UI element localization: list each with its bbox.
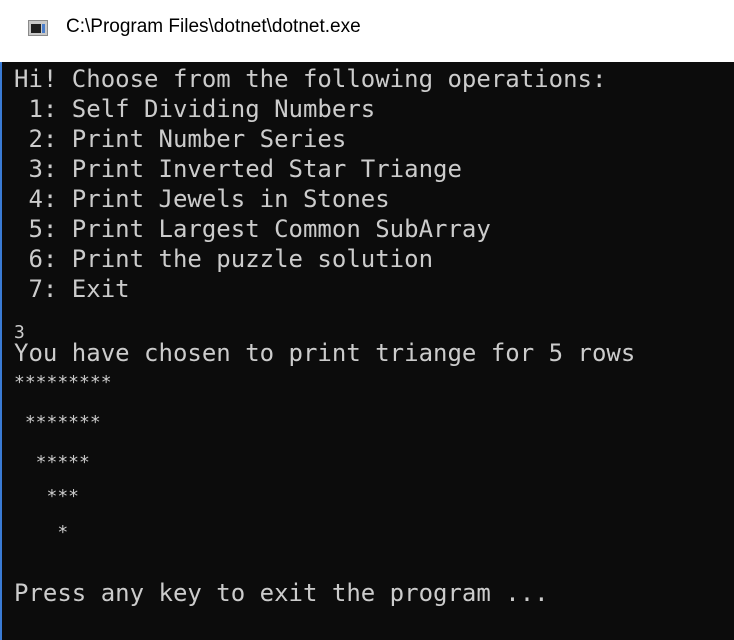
menu-option-7: 7: Exit xyxy=(14,275,130,303)
console-window: C:\Program Files\dotnet\dotnet.exe Hi! C… xyxy=(0,0,734,640)
star-row-2: ******* xyxy=(14,412,101,433)
menu-option-3: 3: Print Inverted Star Triange xyxy=(14,155,462,183)
menu-option-4: 4: Print Jewels in Stones xyxy=(14,185,390,213)
star-row-5: * xyxy=(14,522,69,543)
star-row-4: *** xyxy=(14,486,80,507)
console-app-icon[interactable] xyxy=(28,20,48,36)
menu-option-1: 1: Self Dividing Numbers xyxy=(14,95,376,123)
menu-option-2: 2: Print Number Series xyxy=(14,125,347,153)
menu-option-5: 5: Print Largest Common SubArray xyxy=(14,215,491,243)
window-title: C:\Program Files\dotnet\dotnet.exe xyxy=(66,16,361,37)
star-row-1: ********* xyxy=(14,372,112,393)
result-message: You have chosen to print triange for 5 r… xyxy=(14,339,636,367)
console-output[interactable]: Hi! Choose from the following operations… xyxy=(0,62,734,640)
window-border xyxy=(0,62,2,640)
title-bar[interactable]: C:\Program Files\dotnet\dotnet.exe xyxy=(0,0,734,62)
star-row-3: ***** xyxy=(14,452,90,473)
exit-prompt: Press any key to exit the program ... xyxy=(14,579,549,607)
menu-prompt: Hi! Choose from the following operations… xyxy=(14,65,607,93)
menu-option-6: 6: Print the puzzle solution xyxy=(14,245,434,273)
